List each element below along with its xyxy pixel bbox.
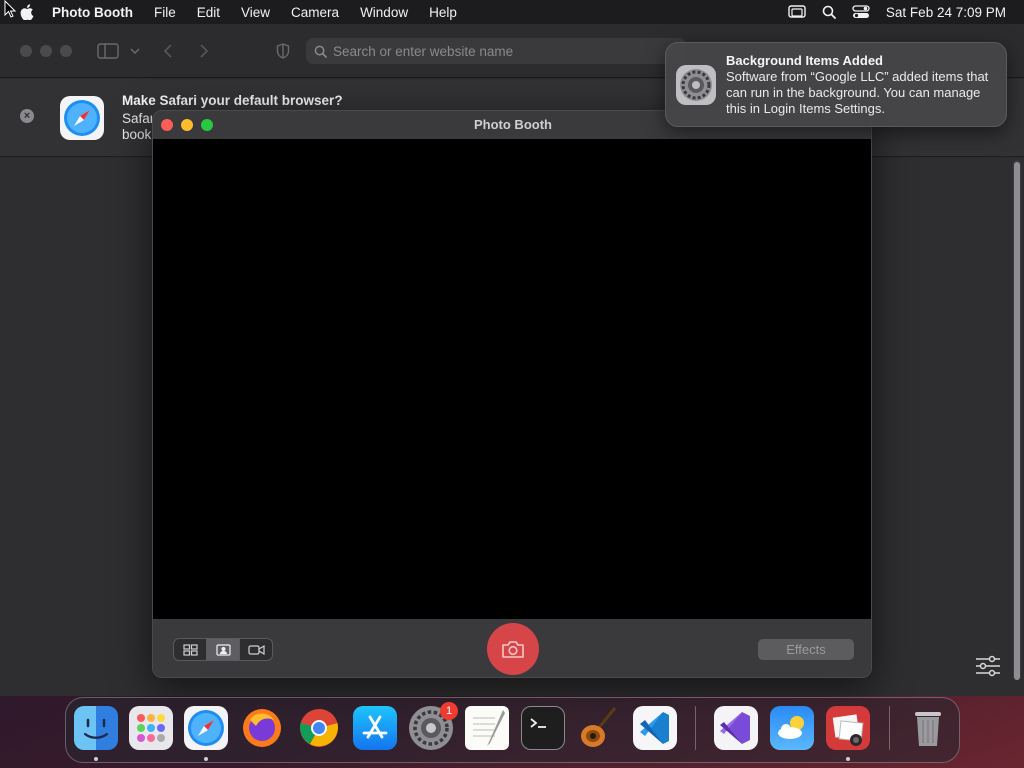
terminal-icon[interactable] <box>521 706 565 750</box>
menu-window[interactable]: Window <box>360 5 408 20</box>
take-photo-button[interactable] <box>487 623 539 675</box>
single-photo-mode-button[interactable] <box>207 639 240 660</box>
menu-bar: Photo Booth File Edit View Camera Window… <box>0 0 1024 24</box>
four-up-mode-button[interactable] <box>174 639 207 660</box>
menu-view[interactable]: View <box>241 5 270 20</box>
grid-icon <box>182 643 198 656</box>
menu-camera[interactable]: Camera <box>291 5 339 20</box>
screen-mirroring-icon[interactable] <box>788 5 806 19</box>
video-mode-button[interactable] <box>240 639 272 660</box>
system-settings-gear-icon <box>676 65 716 105</box>
privacy-shield-icon[interactable] <box>276 43 290 59</box>
video-camera-icon <box>247 644 265 655</box>
dock-separator-trash <box>889 706 890 750</box>
apple-menu-icon[interactable] <box>20 4 34 20</box>
launchpad-icon[interactable] <box>129 706 173 750</box>
trash-icon[interactable] <box>906 706 950 750</box>
capture-mode-selector <box>173 638 273 661</box>
control-center-icon[interactable] <box>852 5 870 19</box>
vscode-icon[interactable] <box>633 706 677 750</box>
app-store-icon[interactable] <box>353 706 397 750</box>
photo-booth-window: Photo Booth Effects <box>152 110 872 678</box>
close-icon[interactable]: × <box>20 109 34 123</box>
photo-booth-dock-icon[interactable] <box>826 706 870 750</box>
menu-edit[interactable]: Edit <box>197 5 220 20</box>
menu-help[interactable]: Help <box>429 5 457 20</box>
dock-separator <box>695 706 696 750</box>
finder-running-indicator <box>94 757 98 761</box>
photo-booth-controls: Effects <box>153 619 871 677</box>
portrait-icon <box>215 643 231 656</box>
safari-running-indicator <box>204 757 208 761</box>
banner-line-2: bookmarks <box>122 127 152 142</box>
effects-button[interactable]: Effects <box>758 639 854 660</box>
spotlight-search-icon[interactable] <box>822 5 836 19</box>
camera-preview <box>153 139 871 619</box>
safari-close-button[interactable] <box>20 45 32 57</box>
back-arrow-icon[interactable] <box>163 43 173 59</box>
forward-arrow-icon[interactable] <box>199 43 209 59</box>
photo-booth-running-indicator <box>846 757 850 761</box>
mouse-cursor-icon <box>4 0 16 18</box>
background-items-notification[interactable]: Background Items Added Software from “Go… <box>665 42 1007 127</box>
visual-studio-icon[interactable] <box>714 706 758 750</box>
chrome-icon[interactable] <box>297 706 341 750</box>
safari-zoom-button[interactable] <box>60 45 72 57</box>
notification-badge: 1 <box>440 702 458 720</box>
search-icon <box>314 45 327 58</box>
notification-title: Background Items Added <box>726 53 883 68</box>
notification-body: Software from “Google LLC” added items t… <box>726 69 989 116</box>
chevron-down-icon[interactable] <box>130 48 140 54</box>
textedit-icon[interactable] <box>465 706 509 750</box>
banner-title: Make Safari your default browser? <box>122 93 343 108</box>
safari-dock-icon[interactable] <box>184 706 228 750</box>
sidebar-toggle-icon[interactable] <box>97 43 119 59</box>
safari-compass-icon <box>60 96 104 140</box>
camera-icon <box>502 641 524 658</box>
firefox-icon[interactable] <box>240 706 284 750</box>
scrollbar-thumb[interactable] <box>1014 162 1020 680</box>
menu-file[interactable]: File <box>154 5 176 20</box>
safari-minimize-button[interactable] <box>40 45 52 57</box>
finder-icon[interactable] <box>74 706 118 750</box>
page-settings-icon[interactable] <box>974 654 1002 678</box>
banner-line-1: Safari <box>122 111 152 126</box>
menu-bar-clock[interactable]: Sat Feb 24 7:09 PM <box>886 5 1006 20</box>
menu-app-name[interactable]: Photo Booth <box>52 5 133 20</box>
address-bar-placeholder: Search or enter website name <box>333 43 514 59</box>
weather-icon[interactable] <box>770 706 814 750</box>
address-bar[interactable]: Search or enter website name <box>306 38 686 64</box>
garageband-icon[interactable] <box>577 706 621 750</box>
